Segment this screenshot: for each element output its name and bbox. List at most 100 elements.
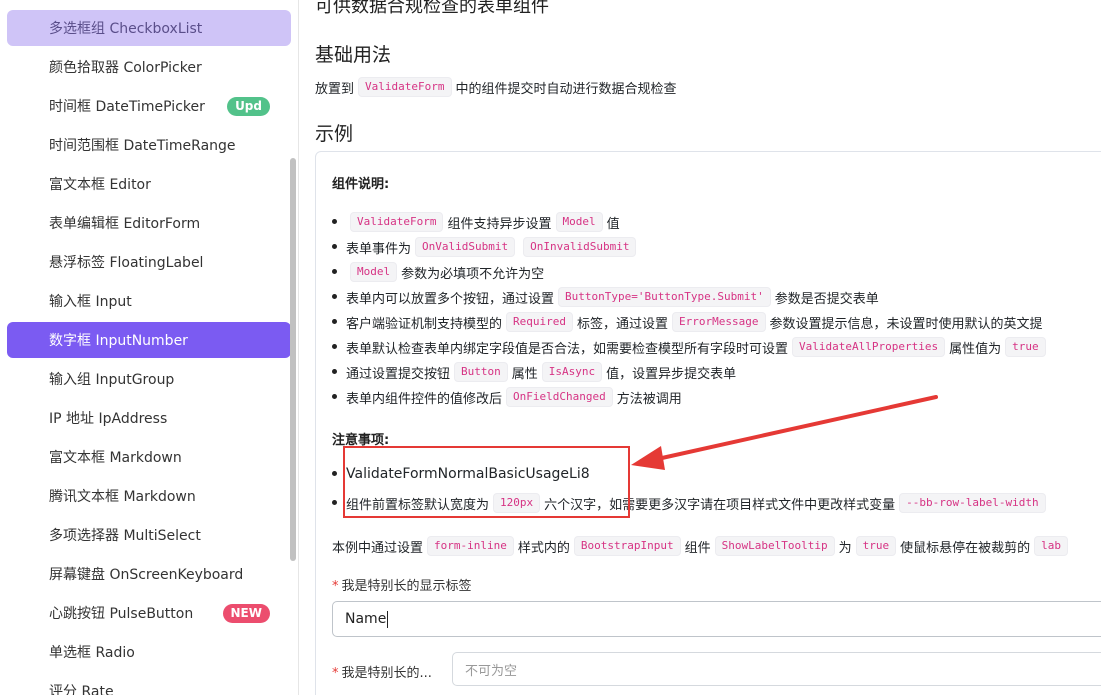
field-label-text: 我是特别长的显示标签 <box>341 579 472 594</box>
sidebar-item[interactable]: 评分 Rate <box>7 673 291 695</box>
sidebar-item[interactable]: 腾讯文本框 Markdown <box>7 478 291 514</box>
inline-code: ValidateForm <box>350 212 444 232</box>
sidebar-item[interactable]: 时间范围框 DateTimeRange <box>7 127 291 163</box>
sidebar-item[interactable]: IP 地址 IpAddress <box>7 400 291 436</box>
field-label-2: * 我是特别长的... <box>332 662 432 681</box>
annotation-arrow-icon <box>631 395 938 470</box>
section-description: 放置到 ValidateForm 中的组件提交时自动进行数据合规检查 <box>315 77 677 97</box>
sidebar-item-label: 腾讯文本框 Markdown <box>49 489 196 505</box>
inline-code: Required <box>506 312 573 332</box>
sidebar-item-label: 屏幕键盘 OnScreenKeyboard <box>49 567 244 583</box>
inline-text: 表单默认检查表单内绑定字段值是否合法，如需要检查模型所有字段时可设置 <box>346 341 789 357</box>
inline-text: 表单事件为 <box>346 241 412 257</box>
inline-code: ButtonType='ButtonType.Submit' <box>558 287 771 307</box>
inline-code: OnValidSubmit <box>415 237 516 257</box>
demo-card: 组件说明: ValidateForm 组件支持异步设置 Model 值表单事件为 OnV… <box>315 151 1101 695</box>
text-caret <box>387 610 389 628</box>
list-item: ValidateForm 组件支持异步设置 Model 值 <box>332 212 620 232</box>
sidebar-item-label: 时间范围框 DateTimeRange <box>49 138 236 154</box>
inline-text: 样式内的 <box>517 540 570 556</box>
sidebar-item-label: 输入组 InputGroup <box>49 372 175 388</box>
sidebar-item-label: 数字框 InputNumber <box>49 333 188 349</box>
sidebar-item-label: 颜色拾取器 ColorPicker <box>49 60 202 76</box>
section-title-basic: 基础用法 <box>315 44 392 66</box>
component-notes-title: 组件说明: <box>332 177 390 192</box>
sidebar-item-label: IP 地址 IpAddress <box>49 411 168 427</box>
inline-text: 参数设置提示信息，未设置时使用默认的英文提 <box>769 316 1043 332</box>
sidebar-item-label: 单选框 Radio <box>49 645 135 661</box>
inline-code: Model <box>555 212 603 232</box>
sidebar-item-label: 时间框 DateTimePicker <box>49 99 205 115</box>
list-item: 通过设置提交按钮 Button 属性 IsAsync 值，设置异步提交表单 <box>331 362 737 382</box>
inline-text: 值，设置异步提交表单 <box>606 366 737 382</box>
sidebar-item[interactable]: 颜色拾取器 ColorPicker <box>7 49 291 85</box>
sidebar-item-label: 富文本框 Editor <box>49 177 151 193</box>
sidebar: 多选框组 CheckboxList 颜色拾取器 ColorPicker 时间框 Da… <box>0 0 299 695</box>
sidebar-item[interactable]: 富文本框 Editor <box>7 166 291 202</box>
annotation-highlight-box <box>343 446 630 518</box>
field-label-text: 我是特别长的... <box>341 666 432 681</box>
inline-text: 值 <box>606 216 620 232</box>
name-input[interactable]: Name <box>332 601 1101 637</box>
sidebar-item-label: 富文本框 Markdown <box>49 450 182 466</box>
sidebar-item[interactable]: 时间框 DateTimePicker Upd <box>7 88 291 124</box>
main-content: 可供数据合规检查的表单组件 基础用法 放置到 ValidateForm 中的组件… <box>299 0 1101 695</box>
inline-text: 属性值为 <box>949 341 1002 357</box>
inline-text: 通过设置提交按钮 <box>346 366 451 382</box>
sidebar-item[interactable]: 输入框 Input <box>7 283 291 319</box>
inline-code: true <box>855 536 897 556</box>
sidebar-item-label: 表单编辑框 EditorForm <box>49 216 201 232</box>
inline-code: Model <box>350 262 398 282</box>
list-item: 客户端验证机制支持模型的 Required 标签，通过设置 ErrorMessage 参… <box>332 312 1043 332</box>
sidebar-item-badge: Upd <box>227 97 270 116</box>
sidebar-item-label: 心跳按钮 PulseButton <box>49 606 194 622</box>
sidebar-item[interactable]: 单选框 Radio <box>7 634 291 670</box>
list-item: 表单默认检查表单内绑定字段值是否合法，如需要检查模型所有字段时可设置 Valida… <box>332 337 1050 357</box>
inline-code: OnInvalidSubmit <box>523 237 637 257</box>
inline-code: ErrorMessage <box>672 312 766 332</box>
inline-text: 表单内组件控件的值修改后 <box>346 391 503 407</box>
sidebar-item-label: 评分 Rate <box>49 684 114 695</box>
sidebar-item[interactable]: 多选框组 CheckboxList <box>7 10 291 46</box>
required-input[interactable]: 不可为空 <box>452 652 1101 686</box>
list-item: 表单内可以放置多个按钮，通过设置 ButtonType='ButtonType.S… <box>332 287 879 307</box>
sidebar-item[interactable]: 屏幕键盘 OnScreenKeyboard <box>7 556 291 592</box>
sidebar-item-label: 多选框组 CheckboxList <box>49 21 203 37</box>
inline-text: 组件支持异步设置 <box>447 216 552 232</box>
section-title-example: 示例 <box>315 123 354 145</box>
sidebar-scrollbar[interactable] <box>290 158 296 561</box>
inline-text: 客户端验证机制支持模型的 <box>346 316 503 332</box>
sidebar-item[interactable]: 心跳按钮 PulseButton NEW <box>7 595 291 631</box>
sidebar-item[interactable]: 输入组 InputGroup <box>7 361 291 397</box>
inline-text: 参数是否提交表单 <box>774 291 879 307</box>
required-marker: * <box>332 666 339 681</box>
sidebar-item[interactable]: 多项选择器 MultiSelect <box>7 517 291 553</box>
inline-code: ValidateAllProperties <box>792 337 946 357</box>
sidebar-item[interactable]: 数字框 InputNumber <box>7 322 291 358</box>
sidebar-item-label: 输入框 Input <box>49 294 132 310</box>
desc-code: ValidateForm <box>358 77 452 97</box>
inline-code: lab <box>1034 536 1068 556</box>
inline-code: IsAsync <box>541 362 603 382</box>
desc-text-post: 中的组件提交时自动进行数据合规检查 <box>455 81 677 97</box>
inline-code: true <box>1005 337 1046 357</box>
inline-code: ShowLabelTooltip <box>714 536 835 556</box>
name-input-value: Name <box>345 611 387 627</box>
inline-text: 表单内可以放置多个按钮，通过设置 <box>346 291 555 307</box>
sidebar-item[interactable]: 表单编辑框 EditorForm <box>7 205 291 241</box>
required-input-placeholder: 不可为空 <box>465 663 518 679</box>
sidebar-item-badge: NEW <box>222 604 270 623</box>
inline-text: 本例中通过设置 <box>332 540 424 556</box>
inline-code: form-inline <box>427 536 514 556</box>
required-marker: * <box>332 579 339 594</box>
inline-text: 为 <box>838 540 852 556</box>
sidebar-item[interactable]: 悬浮标签 FloatingLabel <box>7 244 291 280</box>
list-item: Model 参数为必填项不允许为空 <box>331 262 544 282</box>
inline-text: 属性 <box>511 366 538 382</box>
sidebar-item[interactable]: 富文本框 Markdown <box>7 439 291 475</box>
inline-code: OnFieldChanged <box>506 387 613 407</box>
page-subtitle: 可供数据合规检查的表单组件 <box>315 0 549 17</box>
inline-text: 标签，通过设置 <box>577 316 669 332</box>
sidebar-item-label: 悬浮标签 FloatingLabel <box>49 255 204 271</box>
example-paragraph: 本例中通过设置 form-inline 样式内的 BootstrapInput 组件 Sh… <box>332 536 1072 556</box>
